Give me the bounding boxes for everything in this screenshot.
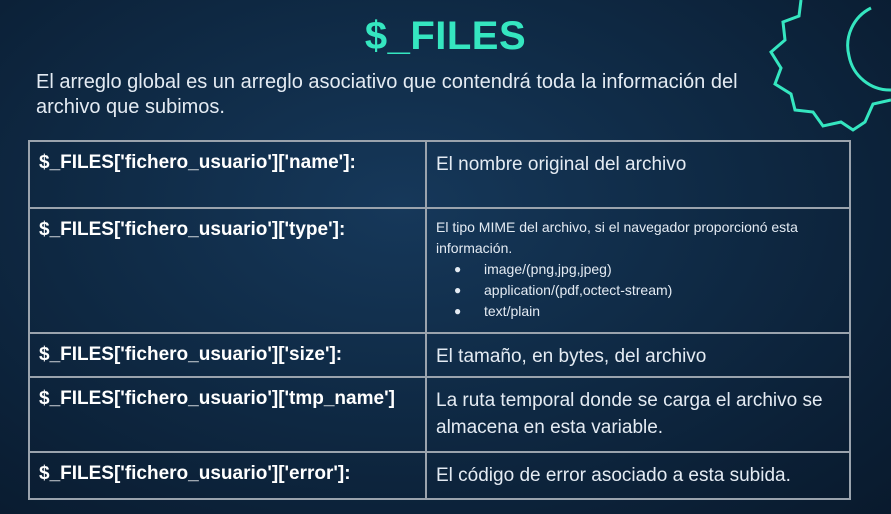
table-row: $_FILES['fichero_usuario']['name']: El n…	[28, 140, 851, 209]
files-key-cell: $_FILES['fichero_usuario']['tmp_name']	[28, 376, 427, 453]
gear-icon	[769, 0, 891, 132]
table-row: $_FILES['fichero_usuario']['error']: El …	[28, 451, 851, 500]
files-table: $_FILES['fichero_usuario']['name']: El n…	[28, 140, 851, 500]
files-desc-cell: El tipo MIME del archivo, si el navegado…	[425, 207, 851, 334]
files-key-cell: $_FILES['fichero_usuario']['type']:	[28, 207, 427, 334]
files-desc-cell: La ruta temporal donde se carga el archi…	[425, 376, 851, 453]
intro-text: El arreglo global es un arreglo asociati…	[36, 71, 738, 118]
type-description: El tipo MIME del archivo, si el navegado…	[436, 219, 798, 256]
table-row: $_FILES['fichero_usuario']['size']: El t…	[28, 332, 851, 378]
files-desc-cell: El nombre original del archivo	[425, 140, 851, 209]
table-row: $_FILES['fichero_usuario']['type']: El t…	[28, 207, 851, 334]
table-row: $_FILES['fichero_usuario']['tmp_name'] L…	[28, 376, 851, 453]
files-key-cell: $_FILES['fichero_usuario']['name']:	[28, 140, 427, 209]
list-item: text/plain	[454, 301, 849, 322]
files-key-cell: $_FILES['fichero_usuario']['error']:	[28, 451, 427, 500]
mime-type-list: image/(png,jpg,jpeg) application/(pdf,oc…	[436, 259, 849, 322]
list-item: image/(png,jpg,jpeg)	[454, 259, 849, 280]
files-desc-cell: El código de error asociado a esta subid…	[425, 451, 851, 500]
list-item: application/(pdf,octect-stream)	[454, 280, 849, 301]
files-key-cell: $_FILES['fichero_usuario']['size']:	[28, 332, 427, 378]
page-title: $_FILES	[364, 14, 527, 58]
files-desc-cell: El tamaño, en bytes, del archivo	[425, 332, 851, 378]
